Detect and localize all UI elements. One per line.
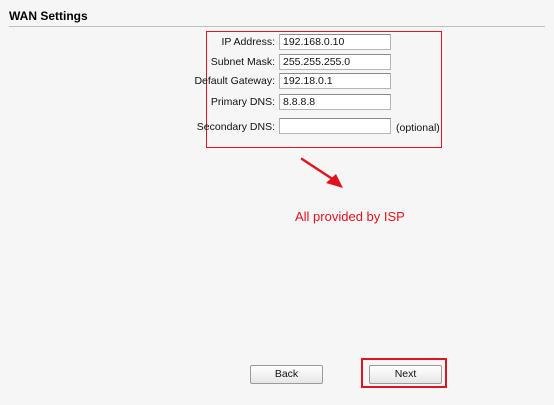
back-button[interactable]: Back xyxy=(250,365,323,384)
primary-dns-input[interactable] xyxy=(279,94,391,110)
header-divider xyxy=(9,26,545,27)
annotation-text: All provided by ISP xyxy=(295,209,405,224)
page-header: WAN Settings xyxy=(0,0,554,27)
page-title: WAN Settings xyxy=(9,9,88,23)
subnet-mask-input[interactable] xyxy=(279,54,391,70)
optional-note: (optional) xyxy=(396,122,440,134)
default-gateway-label: Default Gateway: xyxy=(194,75,275,87)
red-arrow-icon xyxy=(300,157,343,188)
primary-dns-label: Primary DNS: xyxy=(210,96,275,108)
secondary-dns-input[interactable] xyxy=(279,118,391,134)
next-button[interactable]: Next xyxy=(369,365,442,384)
secondary-dns-label: Secondary DNS: xyxy=(196,121,275,133)
subnet-mask-label: Subnet Mask: xyxy=(210,56,275,68)
ip-address-label: IP Address: xyxy=(221,36,275,48)
default-gateway-input[interactable] xyxy=(279,73,391,89)
ip-address-input[interactable] xyxy=(279,34,391,50)
